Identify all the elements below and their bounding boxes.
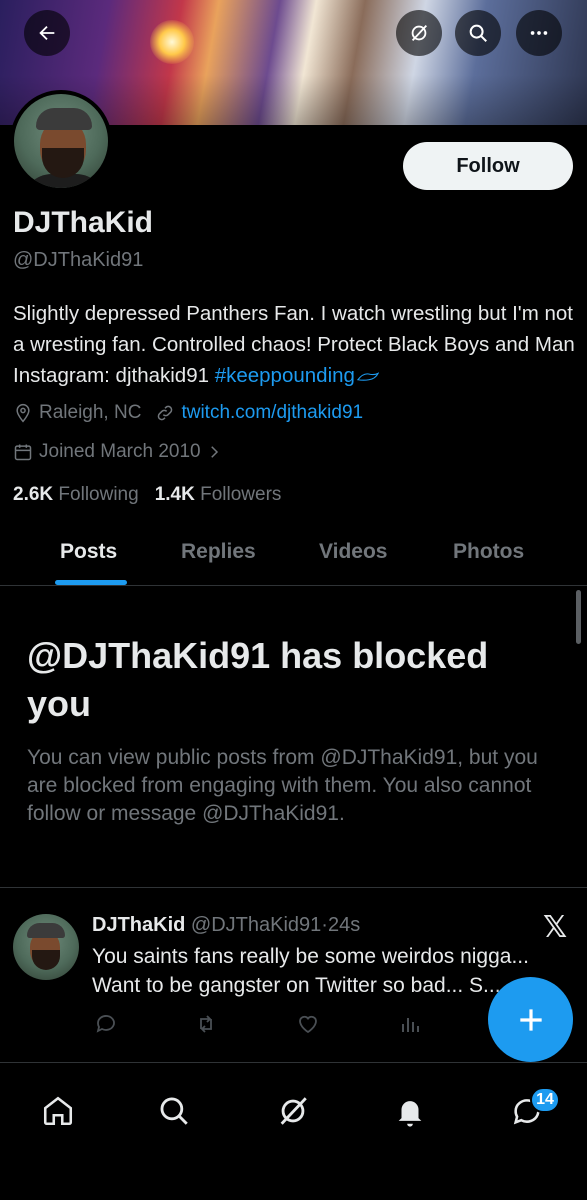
search-icon <box>469 24 487 42</box>
following-link[interactable]: 2.6K Following <box>13 484 139 506</box>
blocked-title: @DJThaKid91 has blocked you <box>27 635 489 724</box>
back-button[interactable] <box>24 10 70 56</box>
more-dots-icon <box>530 31 548 35</box>
tweet-actions <box>92 1012 452 1040</box>
profile-meta-row: Raleigh, NC twitch.com/djthakid91 <box>13 402 363 424</box>
tab-photos[interactable]: Photos <box>453 540 524 564</box>
profile-stats: 2.6K Following 1.4K Followers <box>13 484 281 506</box>
like-button[interactable] <box>296 1012 320 1041</box>
grok-button[interactable] <box>396 10 442 56</box>
profile-joined: Joined March 2010 <box>39 441 201 462</box>
profile-location: Raleigh, NC <box>39 402 142 423</box>
reply-button[interactable] <box>94 1012 118 1041</box>
profile-tabs: Posts Replies Videos Photos <box>0 530 587 586</box>
following-label: Following <box>58 484 139 505</box>
tweet-time: 24s <box>327 914 361 936</box>
nav-search[interactable] <box>154 1091 194 1131</box>
profile-handle: @DJThaKid91 <box>13 249 144 271</box>
following-count: 2.6K <box>13 484 54 505</box>
tab-videos[interactable]: Videos <box>319 540 387 564</box>
bottom-nav: 14 <box>0 1062 587 1200</box>
tweet-author-name[interactable]: DJThaKid <box>92 914 185 936</box>
analytics-icon <box>402 1018 419 1032</box>
location-icon <box>16 403 30 423</box>
followers-link[interactable]: 1.4K Followers <box>155 484 282 506</box>
tweet-separator: · <box>321 914 328 936</box>
tab-replies[interactable]: Replies <box>181 540 256 564</box>
follow-button[interactable]: Follow <box>403 142 573 190</box>
profile-website-link[interactable]: twitch.com/djthakid91 <box>181 402 363 424</box>
tweet-header: DJThaKid @DJThaKid91·24s <box>92 914 360 937</box>
messages-badge: 14 <box>530 1087 560 1113</box>
retweet-button[interactable] <box>194 1012 218 1041</box>
calendar-icon <box>14 444 32 461</box>
grok-icon <box>280 1097 307 1125</box>
heart-icon <box>299 1015 317 1034</box>
scrollbar[interactable] <box>576 590 581 644</box>
followers-label: Followers <box>200 484 282 505</box>
blocked-description: You can view public posts from @DJThaKid… <box>27 746 538 825</box>
search-icon <box>160 1097 188 1125</box>
views-button[interactable] <box>398 1012 422 1041</box>
divider <box>0 887 587 888</box>
search-button[interactable] <box>455 10 501 56</box>
bio-hashtag[interactable]: #keeppounding <box>215 364 355 387</box>
profile-joined-row[interactable]: Joined March 2010 <box>13 441 229 463</box>
profile-avatar[interactable] <box>10 90 112 192</box>
tweet-author-handle: @DJThaKid91 <box>190 914 322 936</box>
chevron-right-icon <box>210 446 218 458</box>
nav-home[interactable] <box>38 1091 78 1131</box>
nav-grok[interactable] <box>273 1091 313 1131</box>
tweet-avatar[interactable] <box>13 914 79 980</box>
home-icon <box>43 1096 73 1126</box>
reply-icon <box>96 1015 115 1033</box>
plus-icon <box>519 1008 542 1031</box>
tweet-text[interactable]: You saints fans really be some weirdos n… <box>92 942 562 1000</box>
bell-icon <box>398 1101 422 1127</box>
x-logo-icon: 𝕏 <box>543 911 568 944</box>
panthers-emoji-icon <box>356 371 380 381</box>
nav-notifications[interactable] <box>390 1091 430 1131</box>
tab-posts[interactable]: Posts <box>60 540 117 564</box>
followers-count: 1.4K <box>154 484 195 505</box>
arrow-left-icon <box>39 25 55 41</box>
active-tab-indicator <box>55 580 127 585</box>
profile-bio: Slightly depressed Panthers Fan. I watch… <box>13 298 578 391</box>
retweet-icon <box>200 1015 212 1033</box>
more-button[interactable] <box>516 10 562 56</box>
link-icon <box>158 405 173 421</box>
grok-icon <box>411 25 428 41</box>
compose-button[interactable] <box>488 977 573 1062</box>
display-name: DJThaKid <box>13 206 154 239</box>
